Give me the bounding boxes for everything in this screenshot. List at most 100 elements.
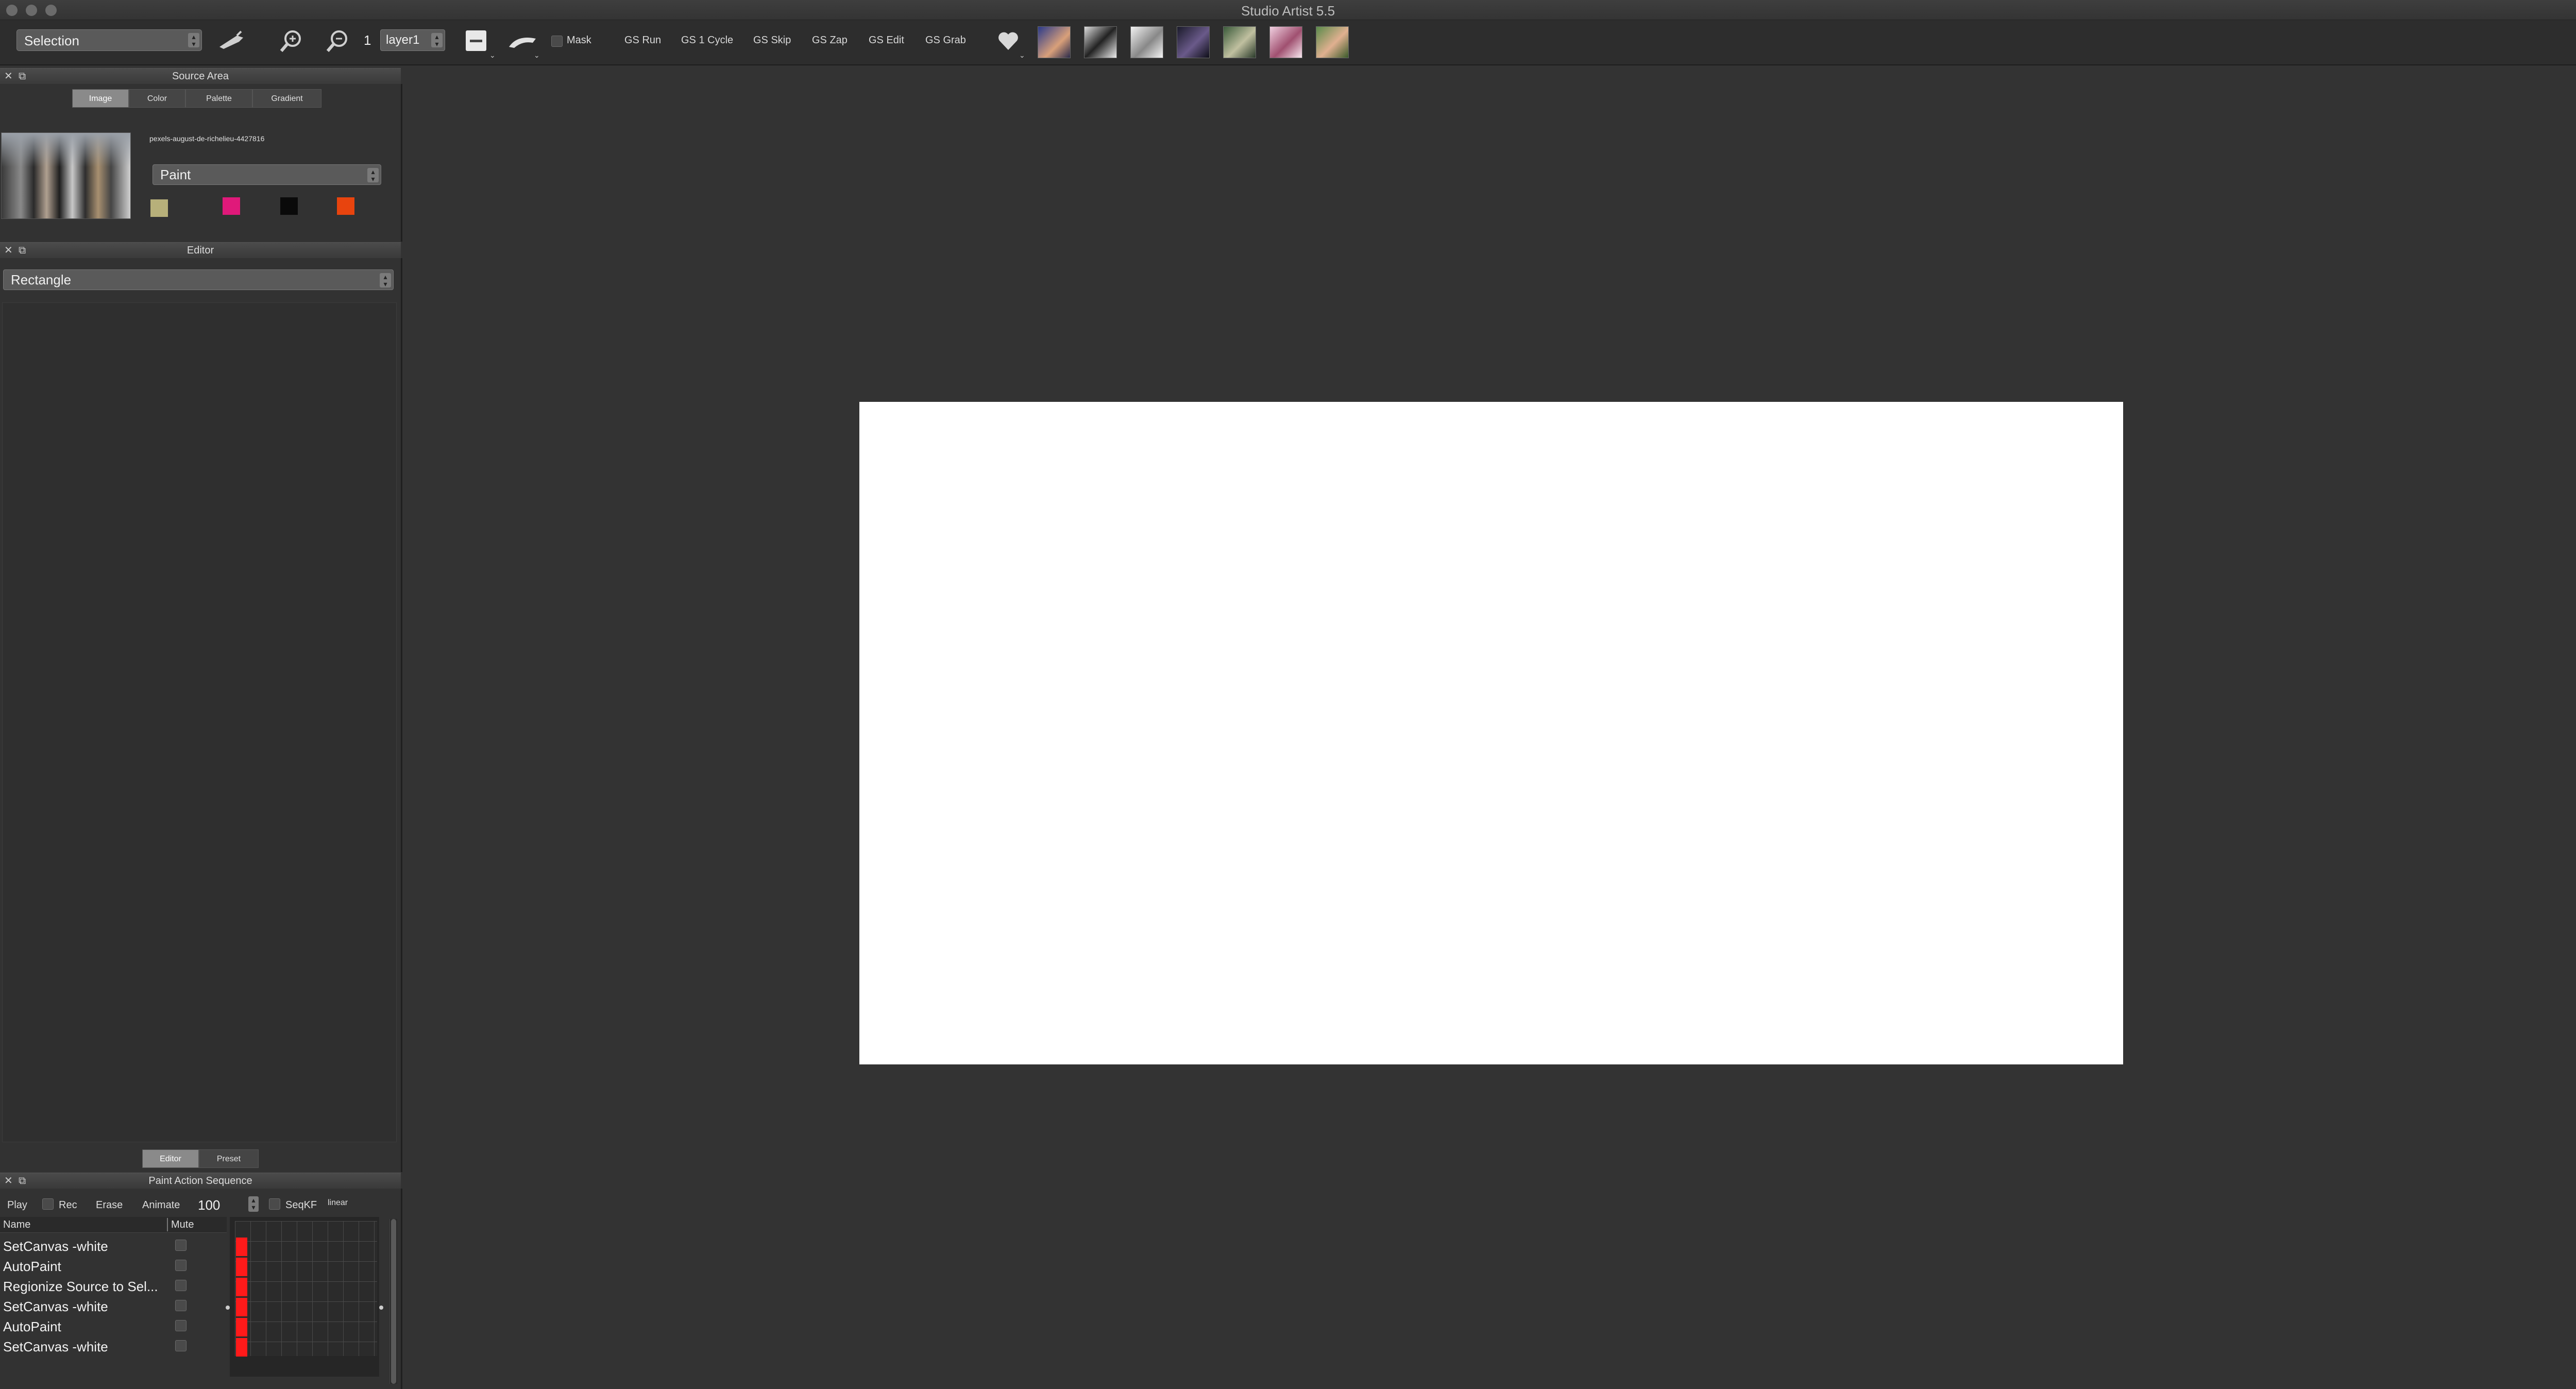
chevron-down-icon[interactable]: ⌄ <box>489 51 496 60</box>
gs-run-button[interactable]: GS Run <box>624 35 661 46</box>
preset-thumbnail-2[interactable] <box>1084 26 1117 58</box>
chevron-down-icon[interactable]: ⌄ <box>534 51 540 60</box>
tab-image[interactable]: Image <box>72 89 129 108</box>
keyframe-cell-1[interactable] <box>236 1238 247 1256</box>
brush-tool-icon[interactable] <box>216 29 247 52</box>
stroke-preview-icon[interactable] <box>466 30 486 51</box>
editor-panel: Rectangle ▴ ▾ Editor Preset <box>0 258 402 1172</box>
mute-checkbox-3[interactable] <box>175 1280 187 1291</box>
source-filename: pexels-august-de-richelieu-4427816 <box>149 134 265 143</box>
palette-swatch-4[interactable] <box>337 197 354 215</box>
mute-checkbox-5[interactable] <box>175 1320 187 1331</box>
tab-gradient[interactable]: Gradient <box>252 89 321 108</box>
sequence-row-name-1[interactable]: SetCanvas -white <box>3 1239 108 1255</box>
source-mode-select[interactable]: Paint ▴ ▾ <box>152 164 381 185</box>
keyframe-cell-2[interactable] <box>236 1258 247 1276</box>
zoom-level: 1 <box>364 32 371 48</box>
heart-icon[interactable] <box>996 29 1020 53</box>
animate-stepper[interactable]: ▴ ▾ <box>248 1196 259 1212</box>
paint-action-sequence-header[interactable]: ✕ ⧉ Paint Action Sequence <box>0 1173 401 1189</box>
sequence-row-name-5[interactable]: AutoPaint <box>3 1319 61 1335</box>
preset-thumbnail-3[interactable] <box>1130 26 1163 58</box>
source-area-header[interactable]: ✕ ⧉ Source Area <box>0 68 401 84</box>
keyframe-cell-6[interactable] <box>236 1338 247 1357</box>
tool-select-value: Selection <box>24 33 79 48</box>
palette-swatch-1[interactable] <box>150 199 168 217</box>
chevron-updown-icon: ▴ ▾ <box>188 33 199 47</box>
column-header-name[interactable]: Name <box>3 1219 30 1231</box>
mask-label: Mask <box>567 35 591 46</box>
mask-checkbox[interactable] <box>551 36 563 47</box>
detach-icon[interactable]: ⧉ <box>19 243 26 258</box>
playhead-marker-left[interactable] <box>226 1306 230 1310</box>
animate-label: Animate <box>142 1199 180 1211</box>
sequence-scrollbar-thumb[interactable] <box>391 1219 396 1384</box>
interpolation-select[interactable]: linear <box>328 1198 348 1208</box>
animate-value-field[interactable]: 100 <box>198 1197 220 1213</box>
layer-select[interactable]: layer1 ▴ ▾ <box>380 29 445 51</box>
palette-swatch-2[interactable] <box>223 197 240 215</box>
gs-skip-button[interactable]: GS Skip <box>753 35 791 46</box>
source-image-thumbnail[interactable] <box>1 132 131 219</box>
preset-thumbnail-5[interactable] <box>1223 26 1256 58</box>
play-button[interactable]: Play <box>7 1199 27 1211</box>
paint-canvas[interactable] <box>859 402 2123 1064</box>
chevron-updown-icon: ▴ ▾ <box>431 33 443 47</box>
column-divider[interactable] <box>167 1218 168 1231</box>
preset-thumbnail-7[interactable] <box>1316 26 1349 58</box>
mute-checkbox-2[interactable] <box>175 1260 187 1271</box>
sequence-row-name-3[interactable]: Regionize Source to Sel... <box>3 1279 158 1295</box>
chevron-down-icon[interactable]: ⌄ <box>1019 51 1025 60</box>
timeline-grid[interactable] <box>235 1221 377 1356</box>
zoom-out-icon[interactable] <box>325 28 350 54</box>
paint-action-sequence-title: Paint Action Sequence <box>148 1175 252 1187</box>
editor-title: Editor <box>187 245 214 256</box>
gs-grab-button[interactable]: GS Grab <box>925 35 966 46</box>
chevron-updown-icon: ▴ ▾ <box>380 273 391 287</box>
erase-button[interactable]: Erase <box>96 1199 123 1211</box>
seqkf-checkbox[interactable] <box>269 1198 280 1210</box>
source-area-panel: Image Color Palette Gradient pexels-augu… <box>0 84 402 242</box>
editor-parameter-area <box>2 302 397 1142</box>
seqkf-label: SeqKF <box>285 1199 317 1211</box>
sequence-row-name-2[interactable]: AutoPaint <box>3 1259 61 1275</box>
preset-thumbnail-1[interactable] <box>1038 26 1071 58</box>
shape-select[interactable]: Rectangle ▴ ▾ <box>3 269 394 290</box>
editor-header[interactable]: ✕ ⧉ Editor <box>0 242 401 259</box>
preset-thumbnail-4[interactable] <box>1177 26 1210 58</box>
main-toolbar: Selection ▴ ▾ 1 layer1 ▴ ▾ ⌄ ⌄ Mask GS Run… <box>0 20 2576 65</box>
mute-checkbox-6[interactable] <box>175 1340 187 1351</box>
detach-icon[interactable]: ⧉ <box>19 69 26 84</box>
sequence-row-name-6[interactable]: SetCanvas -white <box>3 1339 108 1355</box>
close-icon[interactable]: ✕ <box>4 243 13 258</box>
tool-select[interactable]: Selection ▴ ▾ <box>16 29 202 51</box>
tab-editor[interactable]: Editor <box>142 1149 199 1168</box>
rec-checkbox[interactable] <box>42 1198 54 1210</box>
gs-edit-button[interactable]: GS Edit <box>869 35 904 46</box>
column-header-mute[interactable]: Mute <box>171 1219 194 1231</box>
gs-1-cycle-button[interactable]: GS 1 Cycle <box>681 35 733 46</box>
gs-zap-button[interactable]: GS Zap <box>812 35 848 46</box>
preset-thumbnail-6[interactable] <box>1269 26 1302 58</box>
sequence-row-name-4[interactable]: SetCanvas -white <box>3 1299 108 1315</box>
detach-icon[interactable]: ⧉ <box>19 1173 26 1189</box>
shape-select-value: Rectangle <box>11 272 72 287</box>
tab-color[interactable]: Color <box>129 89 185 108</box>
eraser-tool-icon[interactable] <box>507 31 538 52</box>
keyframe-cell-5[interactable] <box>236 1318 247 1336</box>
zoom-in-icon[interactable] <box>278 28 304 54</box>
palette-swatch-3[interactable] <box>280 197 298 215</box>
mute-checkbox-4[interactable] <box>175 1300 187 1311</box>
keyframe-cell-3[interactable] <box>236 1278 247 1296</box>
tab-palette[interactable]: Palette <box>185 89 252 108</box>
sequence-scrollbar[interactable] <box>389 1219 397 1384</box>
mute-checkbox-1[interactable] <box>175 1240 187 1251</box>
chevron-updown-icon: ▴ ▾ <box>367 168 379 182</box>
close-icon[interactable]: ✕ <box>4 1173 13 1189</box>
playhead-marker-right[interactable] <box>379 1306 383 1310</box>
close-icon[interactable]: ✕ <box>4 69 13 84</box>
source-area-title: Source Area <box>172 71 229 82</box>
source-mode-value: Paint <box>160 167 191 182</box>
keyframe-cell-4[interactable] <box>236 1298 247 1316</box>
tab-preset[interactable]: Preset <box>199 1149 259 1168</box>
